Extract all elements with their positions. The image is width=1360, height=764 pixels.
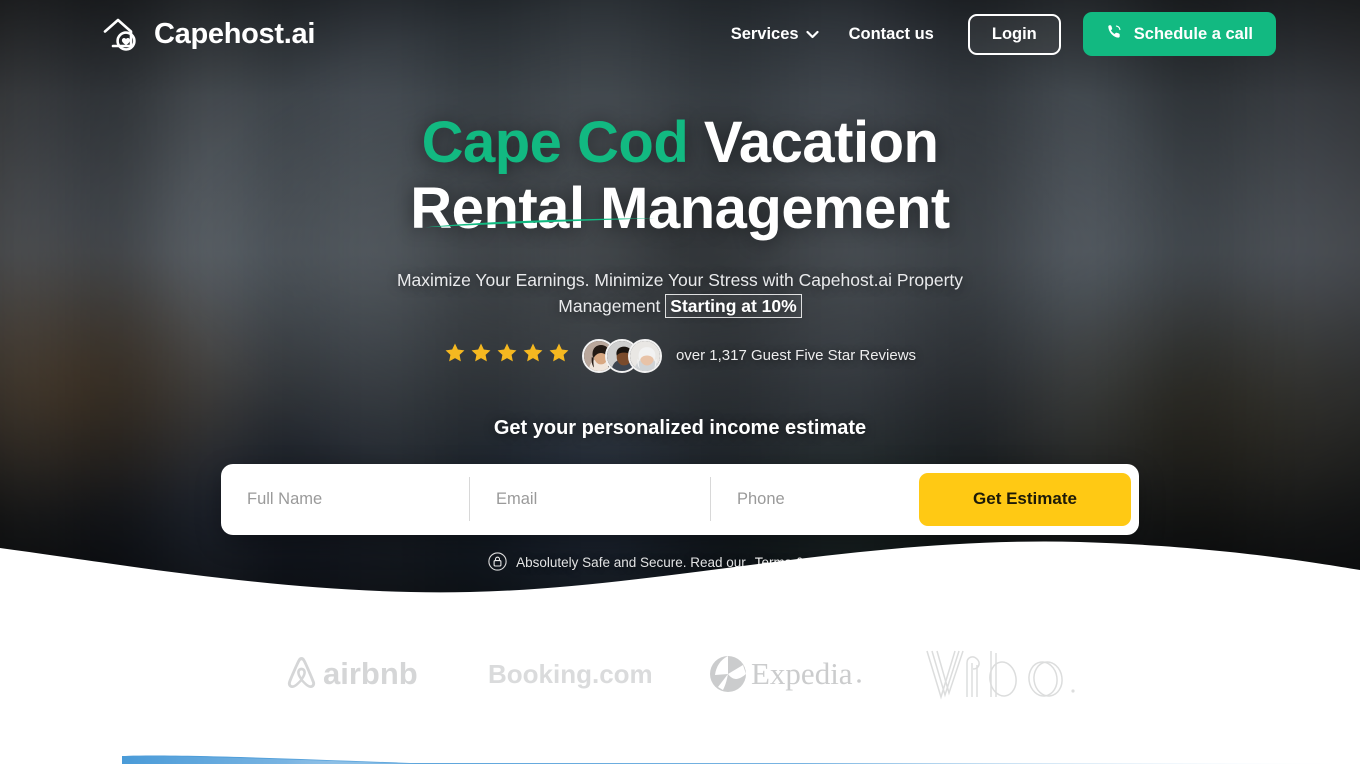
phone-input[interactable] [737,489,919,509]
schedule-a-call-label: Schedule a call [1133,24,1253,43]
airbnb-logo: airbnb [279,650,434,703]
reviews-count-label: over 1,317 Guest Five Star Reviews [675,347,917,365]
star-icon [496,342,518,369]
top-navigation-bar: Capehost.ai Services Contact us Login Sc… [0,0,1360,68]
schedule-a-call-button[interactable]: Schedule a call [1082,12,1276,56]
full-name-input[interactable] [247,489,469,509]
headline-rest-text: Vacation [688,110,939,175]
hero-section: Capehost.ai Services Contact us Login Sc… [0,0,1360,600]
brand-name: Capehost.ai [154,17,316,50]
vrbo-logo [921,645,1081,708]
lead-form-title: Get your personalized income estimate [493,416,867,439]
nav-links-group: Services Contact us Login Schedule a cal… [731,12,1276,56]
nav-item-services-label: Services [730,24,799,43]
hero-headline: Cape Cod Vacation Rental Management [0,110,1360,242]
blue-accent-shape [0,742,1360,764]
headline-underline-swoosh [424,177,656,228]
star-rating [444,342,570,369]
login-button[interactable]: Login [967,13,1061,55]
svg-text:airbnb: airbnb [323,656,418,691]
house-heart-icon [100,14,140,54]
chevron-down-icon [805,25,819,44]
svg-text:Expedia: Expedia [751,656,853,691]
nav-item-contact-us[interactable]: Contact us [849,17,934,52]
wave-divider [0,511,1360,600]
star-icon [444,342,466,369]
reviews-row: over 1,317 Guest Five Star Reviews [0,338,1360,373]
expedia-logo: Expedia [707,651,867,702]
headline-accent-text: Cape Cod [421,110,689,175]
phone-icon [1106,23,1123,45]
star-icon [470,342,492,369]
hero-subheadline: Maximize Your Earnings. Minimize Your St… [380,268,980,319]
nav-item-contact-us-label: Contact us [848,24,934,43]
partner-logos-section: airbnb Booking.com Expedia [0,600,1360,764]
reviewer-avatars [581,338,662,373]
pricing-badge: Starting at 10% [665,293,802,318]
svg-text:Booking.com: Booking.com [488,659,653,689]
star-icon [548,342,570,369]
email-input[interactable] [496,489,710,509]
nav-item-services[interactable]: Services [731,17,819,52]
brand-logo-link[interactable]: Capehost.ai [100,14,315,54]
booking-com-logo: Booking.com [488,654,653,699]
star-icon [522,342,544,369]
avatar [627,338,662,373]
headline-accent-wrapper: Cape Cod [421,110,689,228]
